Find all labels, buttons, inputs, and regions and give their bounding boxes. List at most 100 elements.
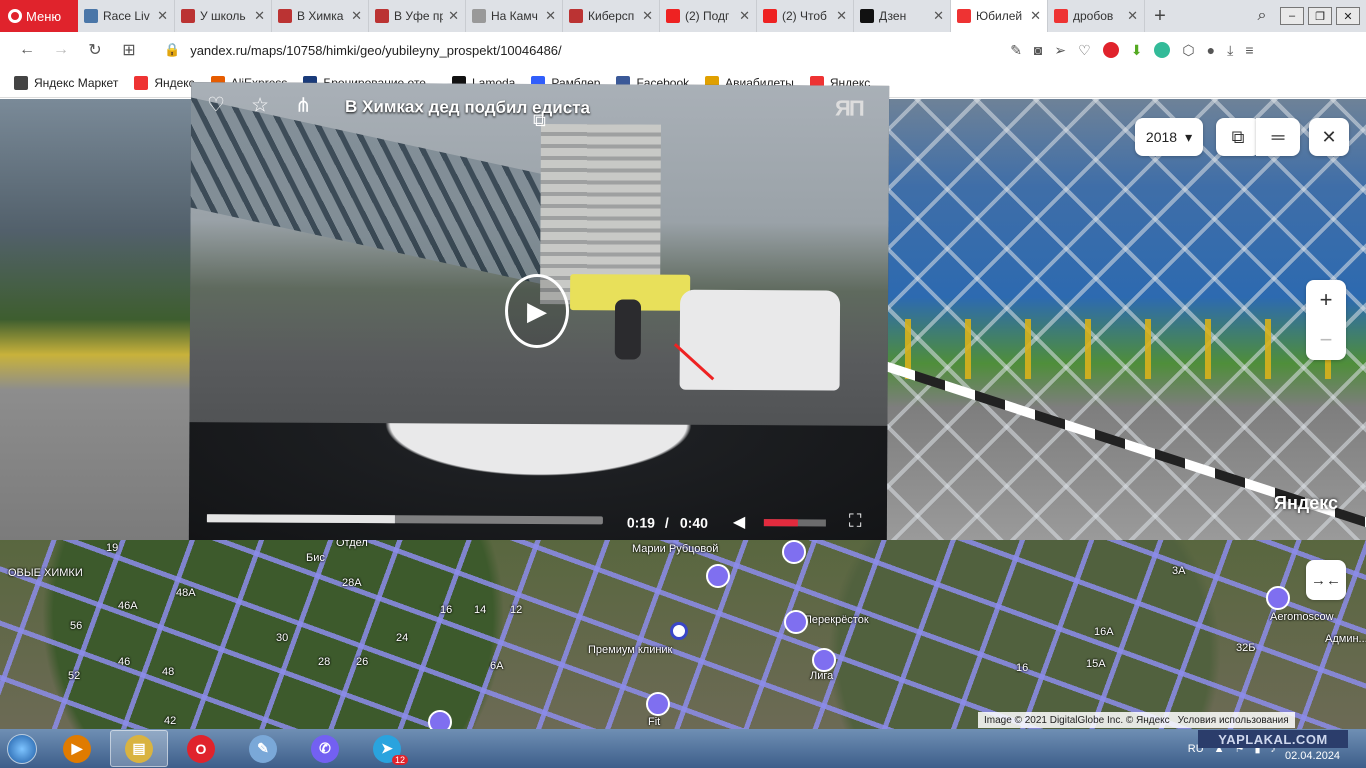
map-label: 48А — [176, 587, 196, 599]
download-extension-icon[interactable]: ⬇ — [1131, 42, 1143, 59]
bookmark-item[interactable]: Яндекс — [134, 75, 195, 90]
browser-tab[interactable]: (2) Подг ✕ — [660, 0, 757, 32]
year-select[interactable]: 2018 ▾ — [1135, 118, 1203, 156]
browser-tab[interactable]: У школь ✕ — [175, 0, 272, 32]
close-panorama-button[interactable]: ✕ — [1309, 118, 1349, 156]
opera-menu-button[interactable]: Меню — [0, 0, 78, 32]
close-tab-icon[interactable]: ✕ — [642, 8, 653, 24]
menu-label: Меню — [26, 8, 62, 24]
popout-icon[interactable]: ⧉ — [533, 110, 546, 131]
poi-icon[interactable] — [706, 564, 730, 588]
map-copyright: Image © 2021 DigitalGlobe Inc. © Яндекс … — [978, 712, 1295, 728]
paint-icon: ✎ — [249, 734, 277, 763]
close-tab-icon[interactable]: ✕ — [157, 8, 168, 24]
volume-slider[interactable] — [763, 519, 826, 527]
reload-icon[interactable]: ↻ — [78, 40, 112, 60]
fitness-icon[interactable] — [646, 692, 670, 716]
taskbar-app-viber[interactable]: ✆ — [296, 730, 354, 767]
star-icon[interactable]: ☆ — [251, 92, 269, 117]
close-window-button[interactable]: ✕ — [1336, 7, 1360, 25]
close-tab-icon[interactable]: ✕ — [254, 8, 265, 24]
volume-fill — [763, 519, 799, 527]
windows-taskbar: ▶ ▤ O ✎ ✆ ➤ 12 RU ▲ ⚑ ▮ ♪ — [0, 729, 1366, 768]
map-label: Aeromoscow — [1270, 611, 1334, 623]
poi-icon[interactable] — [782, 540, 806, 564]
browser-tab[interactable]: Юбилей ✕ — [951, 0, 1048, 32]
map-label: 56 — [70, 620, 83, 632]
speed-dial-icon[interactable]: ⊞ — [112, 40, 146, 60]
lock-icon[interactable]: 🔒 — [164, 42, 180, 58]
loading-icon — [472, 9, 486, 23]
browser-tab[interactable]: На Камч ✕ — [466, 0, 563, 32]
restore-button[interactable]: ❐ — [1308, 7, 1332, 25]
bookmark-item[interactable]: Яндекс Маркет — [14, 75, 118, 90]
shop-icon[interactable] — [812, 648, 836, 672]
close-tab-icon[interactable]: ✕ — [351, 8, 362, 24]
vpn-extension-icon[interactable] — [1154, 42, 1171, 58]
close-tab-icon[interactable]: ✕ — [739, 8, 750, 24]
terms-link[interactable]: Условия использования — [1178, 715, 1289, 726]
close-tab-icon[interactable]: ✕ — [545, 8, 556, 24]
current-time: 0:19 — [626, 514, 655, 531]
yaplakal-icon — [181, 9, 195, 23]
location-dot-icon[interactable] — [670, 622, 688, 640]
zoom-out-button[interactable]: − — [1306, 320, 1346, 360]
open-external-button[interactable]: ⧉ — [1216, 118, 1260, 156]
close-tab-icon[interactable]: ✕ — [836, 8, 847, 24]
taskbar-app-file-explorer[interactable]: ▤ — [110, 730, 168, 767]
satellite-map[interactable]: ОВЫЕ ХИМКИ 46А 48А 56 46 52 48 42 28А 30 28 26 24 16 1… — [0, 540, 1366, 729]
time-separator: / — [664, 514, 669, 531]
file-explorer-icon: ▤ — [125, 734, 153, 763]
shop-icon[interactable] — [784, 610, 808, 634]
taskbar-app-opera[interactable]: O — [172, 730, 230, 767]
play-button[interactable]: ▶ — [504, 273, 570, 349]
volume-icon[interactable]: ◀ — [733, 512, 745, 532]
close-tab-icon[interactable]: ✕ — [1127, 8, 1138, 24]
browser-tab[interactable]: Дзен ✕ — [854, 0, 951, 32]
close-tab-icon[interactable]: ✕ — [448, 8, 459, 24]
browser-tab[interactable]: (2) Чтоб ✕ — [757, 0, 854, 32]
collapse-panorama-button[interactable]: →← — [1306, 560, 1346, 600]
back-icon[interactable]: ← — [10, 41, 44, 59]
panorama-left-view — [0, 99, 200, 540]
share-icon[interactable]: ⋔ — [295, 92, 312, 117]
heart-icon[interactable]: ♡ — [1078, 42, 1091, 59]
poi-icon[interactable] — [428, 710, 452, 729]
fullscreen-icon[interactable]: ⛶ — [849, 511, 862, 532]
profile-icon[interactable]: ● — [1207, 42, 1215, 58]
collapse-arrows-icon: →← — [1311, 571, 1341, 589]
close-tab-icon[interactable]: ✕ — [933, 8, 944, 24]
favorite-heart-icon[interactable]: ♡ — [207, 92, 225, 117]
taskbar-app-paint[interactable]: ✎ — [234, 730, 292, 767]
map-label: 48 — [162, 666, 175, 678]
start-button[interactable] — [0, 729, 44, 768]
browser-tab[interactable]: дробов ✕ — [1048, 0, 1145, 32]
taskbar-app-telegram[interactable]: ➤ 12 — [358, 730, 416, 767]
browser-tab[interactable]: Киберсп ✕ — [563, 0, 660, 32]
adblock-icon[interactable] — [1102, 42, 1119, 58]
map-label: 16 — [1016, 662, 1029, 674]
forward-icon[interactable]: → — [44, 41, 78, 59]
map-label: Отдел — [336, 540, 368, 549]
send-icon[interactable]: ➢ — [1054, 42, 1066, 59]
browser-tab[interactable]: Race Liv ✕ — [78, 0, 175, 32]
video-player[interactable]: ♡ ☆ ⋔ В Химках дед подбил едиста ⧉ ЯП ▶ … — [188, 82, 890, 544]
taskbar-app-media-player[interactable]: ▶ — [48, 730, 106, 767]
search-tabs-icon[interactable]: ⌕ — [1248, 7, 1276, 25]
browser-tab[interactable]: В Химка ✕ — [272, 0, 369, 32]
downloads-icon[interactable]: ⤓ — [1227, 42, 1233, 59]
cube-icon[interactable]: ⬡ — [1182, 42, 1194, 59]
camera-icon[interactable]: ◙ — [1034, 42, 1042, 58]
close-tab-icon[interactable]: ✕ — [1030, 8, 1041, 24]
new-tab-button[interactable]: + — [1145, 0, 1175, 32]
edit-icon[interactable]: ✎ — [1010, 42, 1022, 59]
zoom-in-button[interactable]: + — [1306, 280, 1346, 320]
address-bar[interactable]: yandex.ru/maps/10758/himki/geo/yubileyny… — [190, 43, 1010, 58]
panorama-menu-button[interactable]: ═ — [1256, 118, 1300, 156]
browser-tab[interactable]: В Уфе пр ✕ — [369, 0, 466, 32]
minimize-button[interactable]: – — [1280, 7, 1304, 25]
opera-icon: O — [187, 734, 215, 763]
map-label: 15А — [1086, 658, 1106, 670]
menu-icon[interactable]: ≡ — [1245, 42, 1253, 58]
airline-icon[interactable] — [1266, 586, 1290, 610]
